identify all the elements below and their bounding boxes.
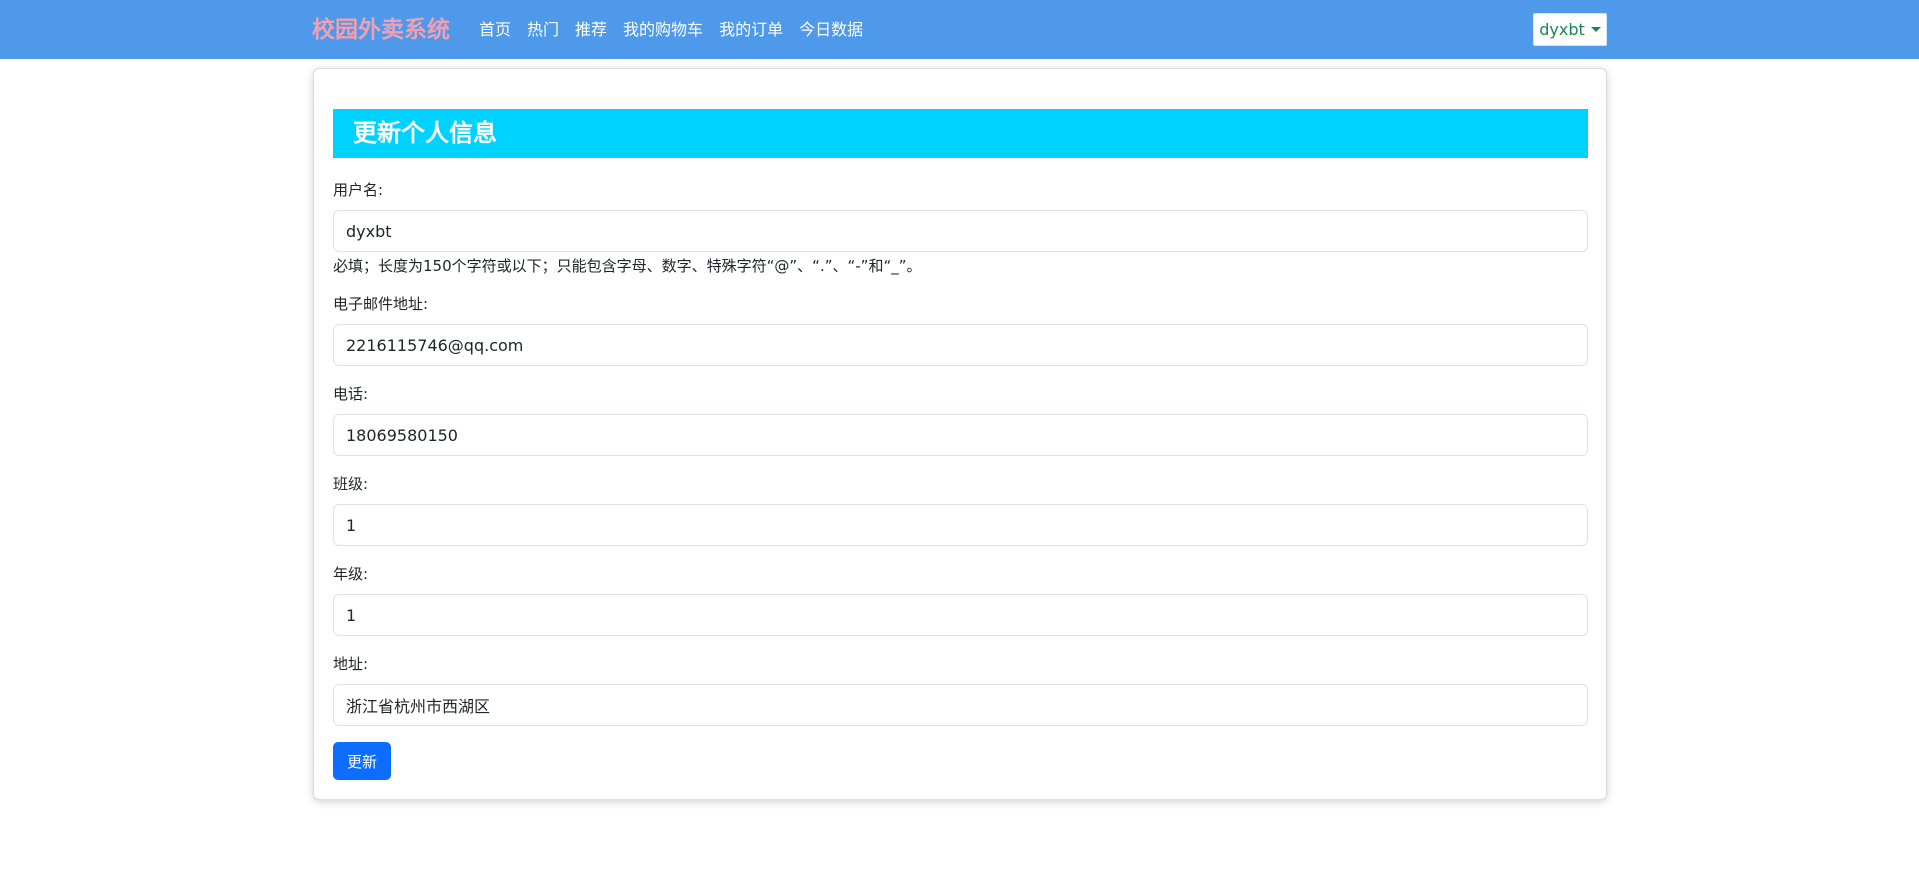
email-input[interactable] — [333, 324, 1588, 366]
class-input[interactable] — [333, 504, 1588, 546]
phone-input[interactable] — [333, 414, 1588, 456]
nav-link-home[interactable]: 首页 — [479, 18, 511, 42]
form-title: 更新个人信息 — [333, 109, 1588, 158]
brand-logo[interactable]: 校园外卖系统 — [312, 14, 450, 46]
grade-input[interactable] — [333, 594, 1588, 636]
address-label: 地址: — [333, 655, 369, 673]
user-name: dyxbt — [1539, 20, 1585, 39]
nav-link-today-data[interactable]: 今日数据 — [799, 18, 863, 42]
username-label: 用户名: — [333, 181, 384, 199]
grade-label: 年级: — [333, 565, 369, 583]
caret-down-icon — [1590, 27, 1601, 32]
username-help-text: 必填；长度为150个字符或以下；只能包含字母、数字、特殊字符“@”、“.”、“-… — [333, 257, 922, 275]
phone-label: 电话: — [333, 385, 369, 403]
class-label: 班级: — [333, 475, 369, 493]
email-label: 电子邮件地址: — [333, 295, 429, 313]
nav-link-recommend[interactable]: 推荐 — [575, 18, 607, 42]
profile-form-card: 更新个人信息 用户名: 必填；长度为150个字符或以下；只能包含字母、数字、特殊… — [313, 68, 1607, 800]
nav-link-cart[interactable]: 我的购物车 — [623, 18, 703, 42]
top-navbar: 校园外卖系统 首页 热门 推荐 我的购物车 我的订单 今日数据 dyxbt — [0, 0, 1919, 59]
nav-links: 首页 热门 推荐 我的购物车 我的订单 今日数据 — [479, 18, 879, 42]
username-input[interactable] — [333, 210, 1588, 252]
address-input[interactable] — [333, 684, 1588, 726]
user-dropdown-button[interactable]: dyxbt — [1533, 13, 1607, 46]
nav-link-orders[interactable]: 我的订单 — [719, 18, 783, 42]
nav-link-hot[interactable]: 热门 — [527, 18, 559, 42]
update-button[interactable]: 更新 — [333, 742, 391, 780]
